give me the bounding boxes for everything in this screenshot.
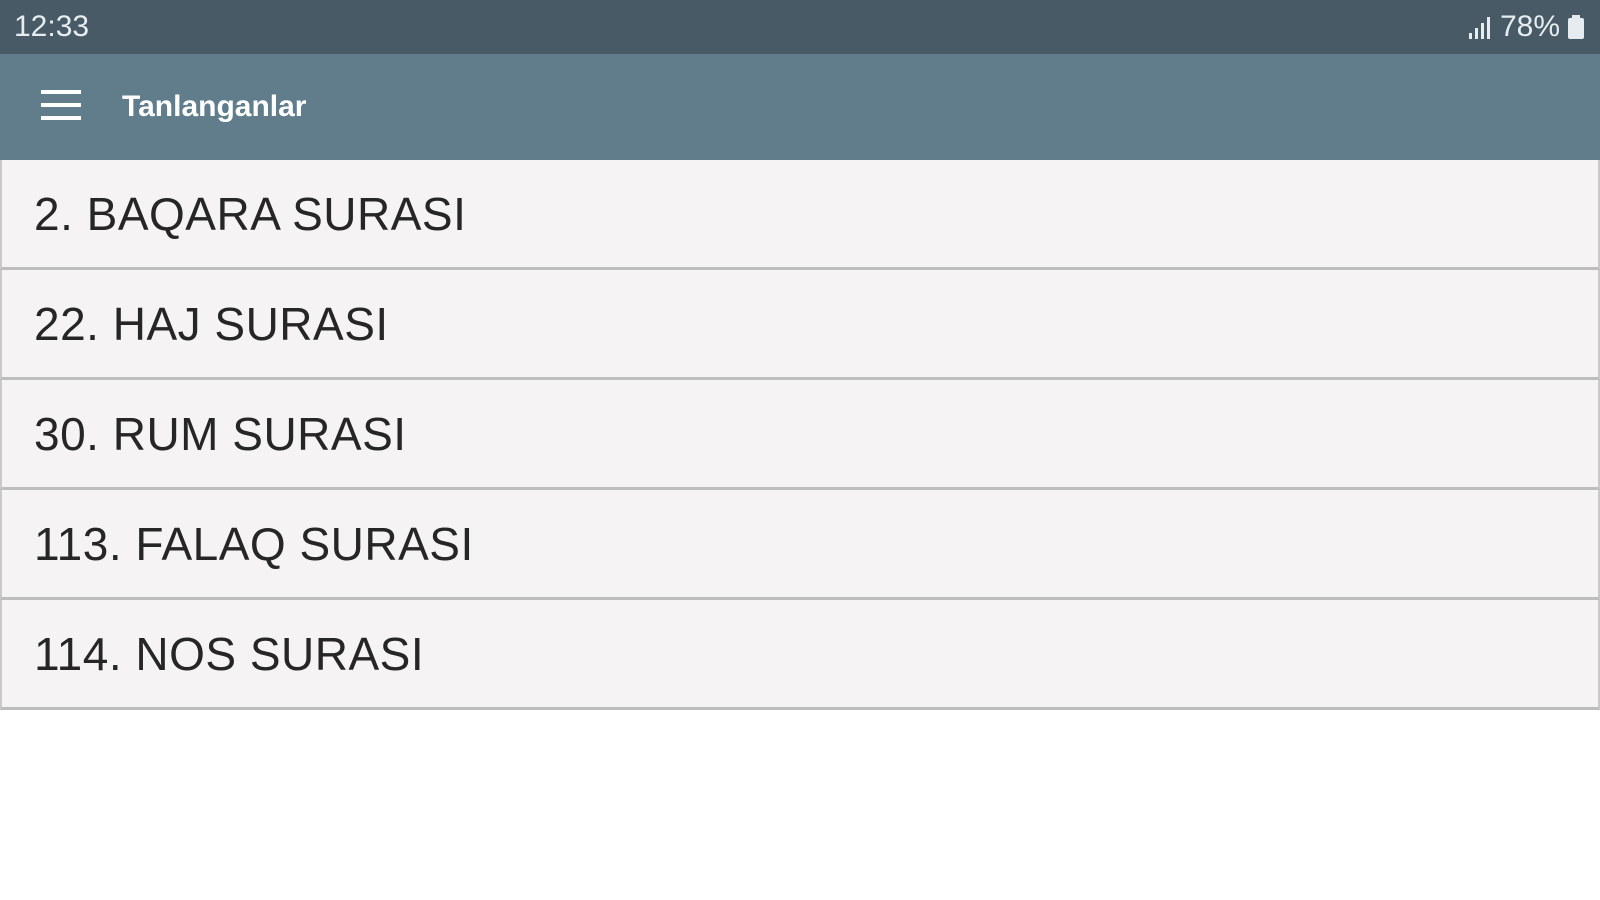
list-item[interactable]: 114. NOS SURASI: [0, 600, 1600, 710]
list-item[interactable]: 30. RUM SURASI: [0, 380, 1600, 490]
list-item-label: 30. RUM SURASI: [34, 407, 407, 460]
list-item-label: 114. NOS SURASI: [34, 627, 425, 680]
list-item-label: 2. BAQARA SURASI: [34, 187, 467, 240]
list-item-label: 113. FALAQ SURASI: [34, 517, 474, 570]
list-item[interactable]: 113. FALAQ SURASI: [0, 490, 1600, 600]
signal-bars-icon: [1466, 13, 1494, 41]
status-indicators: 78%: [1466, 10, 1586, 44]
surah-list: 2. BAQARA SURASI 22. HAJ SURASI 30. RUM …: [0, 160, 1600, 710]
page-title: Tanlanganlar: [122, 90, 307, 123]
list-item[interactable]: 22. HAJ SURASI: [0, 270, 1600, 380]
status-time: 12:33: [14, 10, 90, 43]
battery-percent: 78%: [1499, 10, 1560, 43]
app-bar: Tanlanganlar: [0, 54, 1600, 160]
list-item[interactable]: 2. BAQARA SURASI: [0, 160, 1600, 270]
battery-icon: [1566, 13, 1586, 41]
list-item-label: 22. HAJ SURASI: [34, 297, 389, 350]
status-bar: 12:33 78%: [0, 0, 1600, 54]
menu-button[interactable]: [30, 76, 92, 138]
hamburger-menu-icon: [39, 87, 83, 128]
